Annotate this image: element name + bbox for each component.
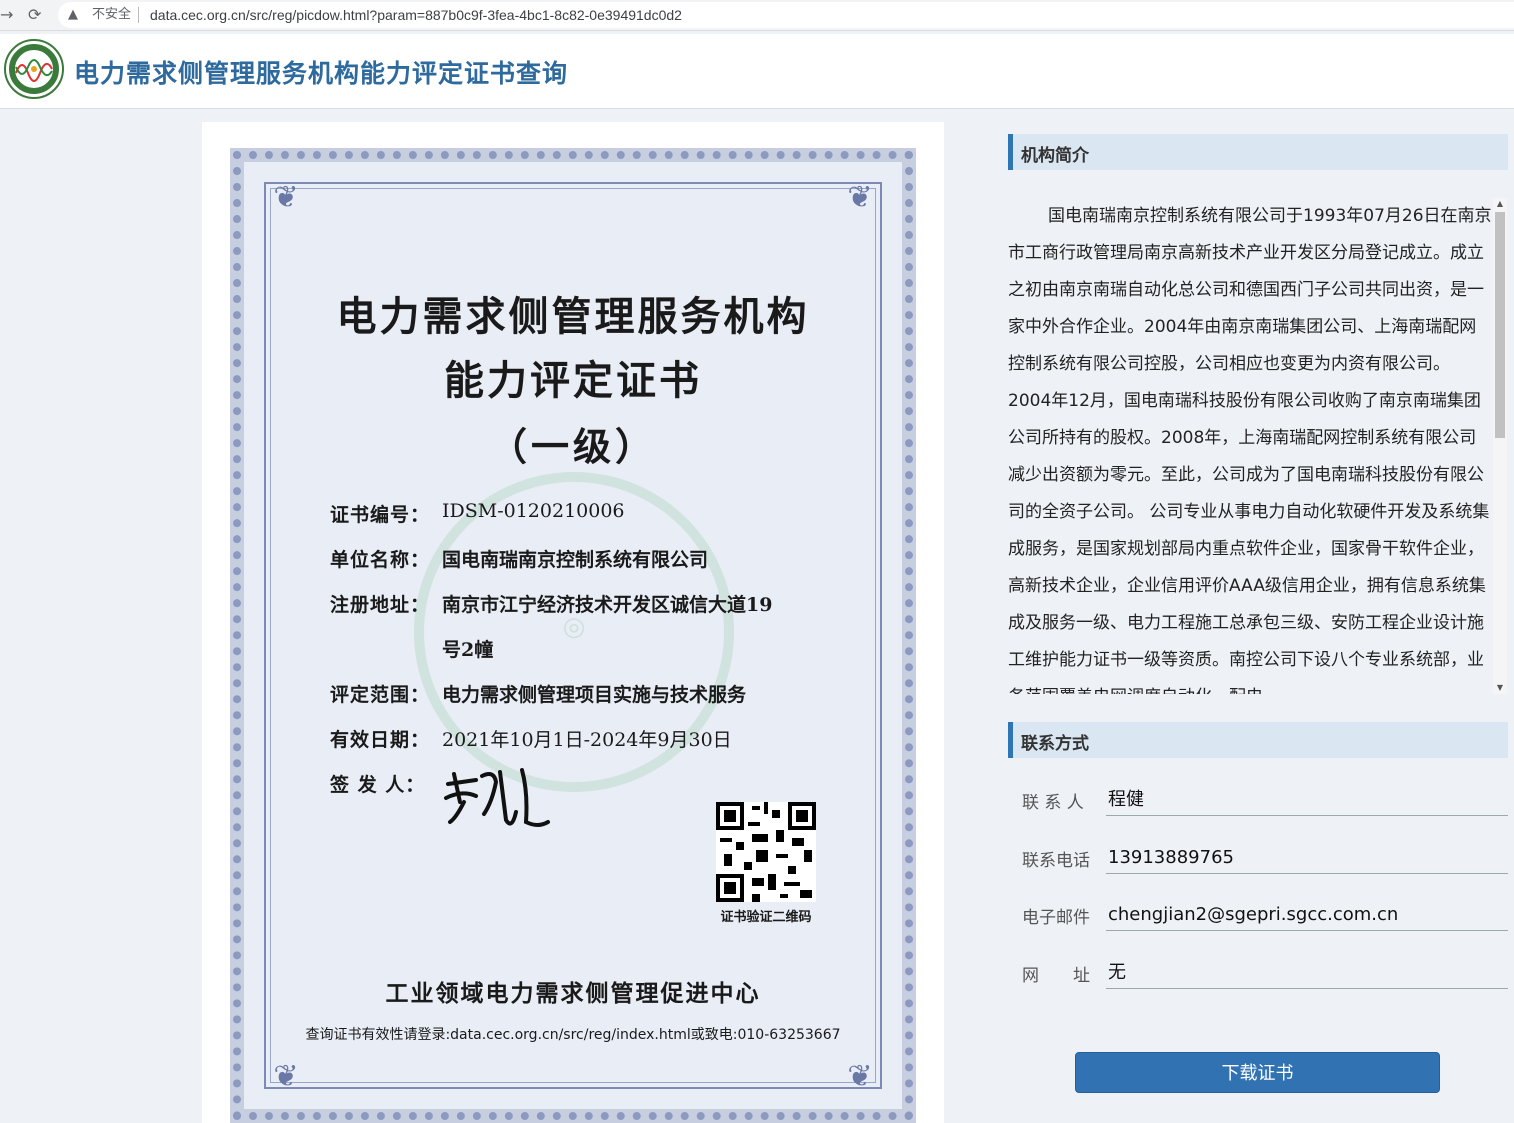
field-label: 签 发 人： <box>330 774 426 796</box>
browser-toolbar: → ⟳ ▲ 不安全 data.cec.org.cn/src/reg/picdow… <box>0 0 1514 31</box>
field-value: IDSM-0120210006 <box>442 500 625 522</box>
scrollbar-thumb[interactable] <box>1495 212 1505 438</box>
contact-label: 联 系 人 <box>1022 793 1084 813</box>
warning-icon: ▲ <box>68 7 78 22</box>
cert-title-line2: 能力评定证书 <box>444 357 702 404</box>
signature-image <box>444 768 550 827</box>
contact-value: chengjian2@sgepri.sgcc.com.cn <box>1106 895 1508 931</box>
contact-label: 电子邮件 <box>1022 908 1090 928</box>
intro-scrollbar[interactable]: ▲ ▼ <box>1493 198 1507 694</box>
site-header: 电力需求侧管理服务机构能力评定证书查询 <box>0 34 1514 109</box>
intro-heading: 机构简介 <box>1008 134 1508 170</box>
contact-row-website: 网 址 无 <box>1022 953 1508 993</box>
section-title: 联系方式 <box>1021 734 1089 754</box>
cert-level: （一级） <box>488 424 657 469</box>
ornament-icon: ❦ <box>847 180 873 215</box>
field-value: 国电南瑞南京控制系统有限公司 <box>442 549 709 571</box>
cert-field-number: 证书编号： IDSM-0120210006 <box>330 500 625 527</box>
field-value: 2021年10月1日-2024年9月30日 <box>442 729 732 751</box>
field-label: 有效日期： <box>330 729 431 751</box>
field-label: 单位名称： <box>330 549 431 571</box>
reload-icon[interactable]: ⟳ <box>28 5 41 24</box>
contact-heading: 联系方式 <box>1008 722 1508 758</box>
forward-icon[interactable]: → <box>0 5 13 24</box>
field-value: 电力需求侧管理项目实施与技术服务 <box>442 684 747 706</box>
cert-title-line1: 电力需求侧管理服务机构 <box>336 293 810 340</box>
ornament-icon: ❦ <box>273 180 299 215</box>
cert-field-company: 单位名称： 国电南瑞南京控制系统有限公司 <box>330 545 708 572</box>
certificate-image: ❦ ❦ ❦ ❦ ◎ 电力需求侧管理服务机构 能力评定证书 （一级） 证书编号： … <box>230 148 916 1123</box>
security-label: 不安全 <box>92 7 132 22</box>
contact-label: 联系电话 <box>1022 851 1090 871</box>
cert-field-validity: 有效日期： 2021年10月1日-2024年9月30日 <box>330 725 732 752</box>
cert-issuer: 工业领域电力需求侧管理促进中心 <box>385 980 761 1007</box>
cert-field-address: 注册地址： 南京市江宁经济技术开发区诚信大道19 <box>330 590 772 617</box>
download-certificate-button[interactable]: 下载证书 <box>1075 1052 1440 1093</box>
contact-label: 网 址 <box>1022 966 1090 986</box>
ornament-icon: ❦ <box>273 1059 299 1094</box>
qr-label: 证书验证二维码 <box>720 910 812 925</box>
cert-field-address-line2: 号2幢 <box>442 639 494 661</box>
contact-value: 程健 <box>1106 780 1508 816</box>
field-label: 评定范围： <box>330 684 431 706</box>
logo-icon <box>4 39 64 99</box>
field-label: 注册地址： <box>330 594 431 616</box>
field-value: 南京市江宁经济技术开发区诚信大道19 <box>442 594 773 616</box>
contact-row-person: 联 系 人 程健 <box>1022 780 1508 820</box>
section-title: 机构简介 <box>1021 146 1089 166</box>
qr-code-icon <box>716 802 816 902</box>
scroll-up-icon[interactable]: ▲ <box>1493 198 1507 210</box>
cert-field-signer: 签 发 人： <box>330 770 442 797</box>
url-text[interactable]: data.cec.org.cn/src/reg/picdow.html?para… <box>150 2 682 28</box>
ornament-icon: ❦ <box>847 1059 873 1094</box>
cert-field-scope: 评定范围： 电力需求侧管理项目实施与技术服务 <box>330 680 746 707</box>
field-label: 证书编号： <box>330 504 431 526</box>
cert-verify-note: 查询证书有效性请登录:data.cec.org.cn/src/reg/index… <box>305 1027 841 1043</box>
page-title: 电力需求侧管理服务机构能力评定证书查询 <box>74 59 569 88</box>
divider <box>138 7 139 23</box>
intro-text: 国电南瑞南京控制系统有限公司于1993年07月26日在南京市工商行政管理局南京高… <box>1008 206 1492 694</box>
scroll-down-icon[interactable]: ▼ <box>1493 682 1507 694</box>
contact-row-email: 电子邮件 chengjian2@sgepri.sgcc.com.cn <box>1022 895 1508 935</box>
contact-row-phone: 联系电话 13913889765 <box>1022 838 1508 878</box>
address-bar[interactable]: ▲ 不安全 data.cec.org.cn/src/reg/picdow.htm… <box>58 2 1514 28</box>
intro-scroll-area[interactable]: 国电南瑞南京控制系统有限公司于1993年07月26日在南京市工商行政管理局南京高… <box>1008 198 1492 694</box>
contact-value: 13913889765 <box>1106 838 1508 874</box>
contact-value: 无 <box>1106 953 1508 989</box>
